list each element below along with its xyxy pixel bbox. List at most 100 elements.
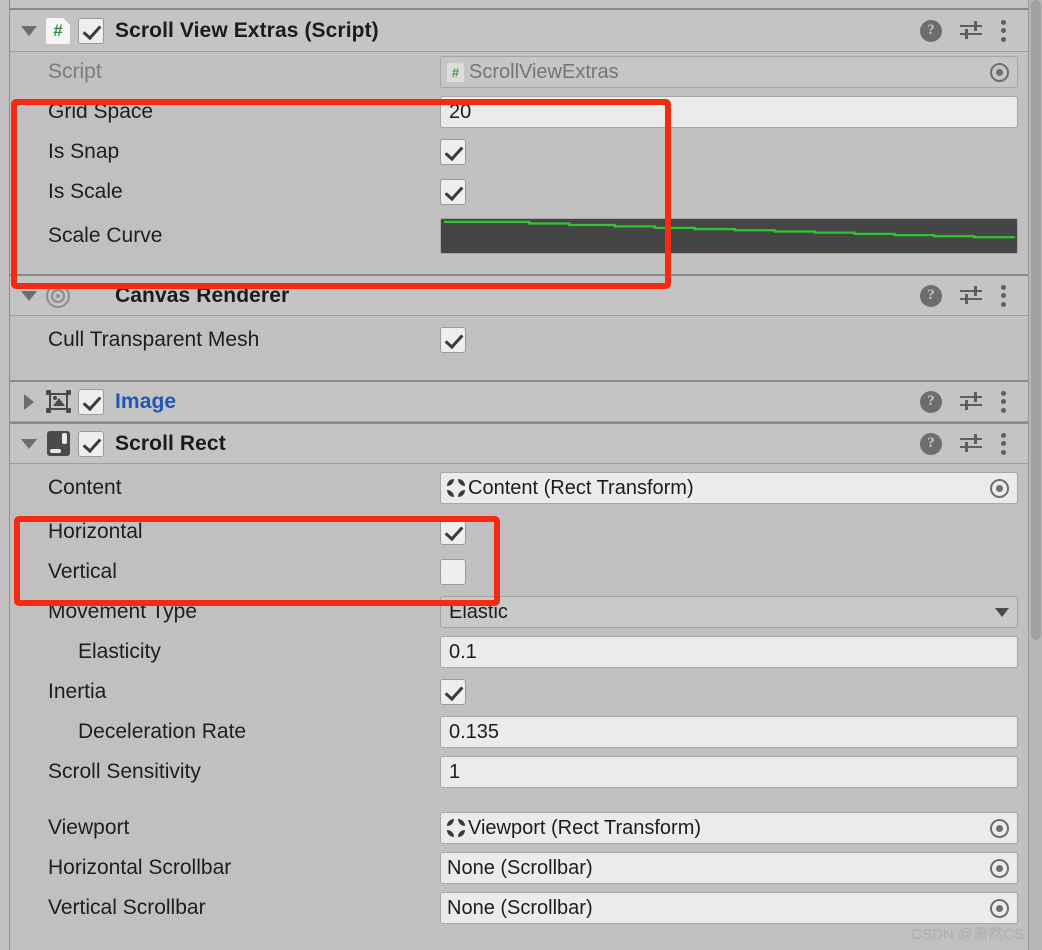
rect-transform-icon (447, 479, 465, 497)
component-header-scroll-view-extras[interactable]: # Scroll View Extras (Script) ? (10, 10, 1028, 52)
property-row-grid-space: Grid Space 20 (10, 92, 1028, 132)
scale-curve-field[interactable] (440, 218, 1018, 254)
watermark-text: CSDN @萧然CS (911, 923, 1024, 944)
preset-settings-icon[interactable] (960, 391, 982, 413)
is-snap-checkbox[interactable] (440, 139, 466, 165)
component-enable-checkbox-image[interactable] (78, 389, 104, 415)
property-row-scale-curve: Scale Curve (10, 212, 1028, 260)
chevron-right-icon (24, 394, 34, 410)
horizontal-scrollbar-value: None (Scrollbar) (447, 857, 990, 880)
kebab-menu-icon[interactable] (1000, 433, 1006, 455)
component-enable-checkbox-scroll-view-extras[interactable] (78, 18, 104, 44)
deceleration-rate-input[interactable]: 0.135 (440, 716, 1018, 748)
vertical-scrollbar-object-field[interactable]: None (Scrollbar) (440, 892, 1018, 924)
scroll-rect-icon (45, 431, 71, 457)
property-label-scale-curve: Scale Curve (48, 224, 440, 248)
property-label-elasticity: Elasticity (78, 640, 440, 664)
property-row-inertia: Inertia (10, 672, 1028, 712)
help-icon[interactable]: ? (920, 391, 942, 413)
property-row-script: Script # ScrollViewExtras (10, 52, 1028, 92)
property-label-is-scale: Is Scale (48, 180, 440, 204)
property-label-scroll-sensitivity: Scroll Sensitivity (48, 760, 440, 784)
help-icon[interactable]: ? (920, 285, 942, 307)
component-header-image[interactable]: Image ? (10, 380, 1028, 422)
chevron-down-icon (995, 608, 1009, 617)
cull-transparent-mesh-checkbox[interactable] (440, 327, 466, 353)
object-picker-icon[interactable] (990, 859, 1009, 878)
property-label-vertical: Vertical (48, 560, 440, 584)
component-header-canvas-renderer[interactable]: Canvas Renderer ? (10, 274, 1028, 316)
object-picker-icon[interactable] (990, 479, 1009, 498)
property-row-is-snap: Is Snap (10, 132, 1028, 172)
is-scale-checkbox[interactable] (440, 179, 466, 205)
object-picker-icon[interactable] (990, 899, 1009, 918)
vertical-scrollbar-thumb[interactable] (1031, 0, 1041, 640)
movement-type-dropdown[interactable]: Elastic (440, 596, 1018, 628)
canvas-renderer-rings-icon (45, 283, 71, 309)
property-row-movement-type: Movement Type Elastic (10, 592, 1028, 632)
inspector-window: # Scroll View Extras (Script) ? Script # (0, 0, 1042, 950)
component-title-image: Image (115, 390, 176, 414)
property-label-cull-transparent-mesh: Cull Transparent Mesh (48, 328, 440, 352)
component-title-scroll-view-extras: Scroll View Extras (Script) (115, 19, 379, 43)
foldout-toggle-scroll-view-extras[interactable] (18, 20, 40, 42)
property-label-script: Script (48, 60, 440, 84)
property-row-cull-transparent-mesh: Cull Transparent Mesh (10, 316, 1028, 364)
rect-transform-icon (447, 819, 465, 837)
elasticity-input[interactable]: 0.1 (440, 636, 1018, 668)
chevron-down-icon (21, 439, 37, 449)
help-icon[interactable]: ? (920, 20, 942, 42)
object-picker-icon[interactable] (990, 63, 1009, 82)
horizontal-scrollbar-object-field[interactable]: None (Scrollbar) (440, 852, 1018, 884)
property-row-elasticity: Elasticity 0.1 (10, 632, 1028, 672)
help-icon[interactable]: ? (920, 433, 942, 455)
property-label-is-snap: Is Snap (48, 140, 440, 164)
preset-settings-icon[interactable] (960, 285, 982, 307)
header-actions: ? (920, 20, 1028, 42)
preset-settings-icon[interactable] (960, 20, 982, 42)
left-gutter-line (9, 0, 10, 950)
content-object-field[interactable]: Content (Rect Transform) (440, 472, 1018, 504)
header-actions: ? (920, 391, 1028, 413)
viewport-object-field[interactable]: Viewport (Rect Transform) (440, 812, 1018, 844)
scroll-sensitivity-input[interactable]: 1 (440, 756, 1018, 788)
object-picker-icon[interactable] (990, 819, 1009, 838)
foldout-toggle-scroll-rect[interactable] (18, 433, 40, 455)
component-header-scroll-rect[interactable]: Scroll Rect ? (10, 422, 1028, 464)
property-row-scroll-sensitivity: Scroll Sensitivity 1 (10, 752, 1028, 792)
sprite-image-icon (45, 389, 71, 415)
chevron-down-icon (21, 291, 37, 301)
vertical-scrollbar-track[interactable] (1028, 0, 1042, 950)
object-field-script[interactable]: # ScrollViewExtras (440, 56, 1018, 88)
scale-curve-graph (441, 219, 1017, 253)
component-enable-checkbox-scroll-rect[interactable] (78, 431, 104, 457)
properties-scroll-view-extras: Script # ScrollViewExtras Grid Space 20 … (10, 52, 1028, 274)
property-label-vertical-scrollbar: Vertical Scrollbar (48, 896, 440, 920)
property-label-movement-type: Movement Type (48, 600, 440, 624)
preset-settings-icon[interactable] (960, 433, 982, 455)
content-object-value: Content (Rect Transform) (468, 477, 990, 500)
foldout-toggle-canvas-renderer[interactable] (18, 285, 40, 307)
property-row-is-scale: Is Scale (10, 172, 1028, 212)
property-row-horizontal: Horizontal (10, 512, 1028, 552)
kebab-menu-icon[interactable] (1000, 391, 1006, 413)
inspector-panel: # Scroll View Extras (Script) ? Script # (0, 0, 1028, 950)
script-hash-small-icon: # (447, 63, 464, 82)
movement-type-value: Elastic (449, 601, 995, 624)
vertical-checkbox[interactable] (440, 559, 466, 585)
panel-top-strip (10, 0, 1028, 10)
horizontal-checkbox[interactable] (440, 519, 466, 545)
component-title-scroll-rect: Scroll Rect (115, 432, 226, 456)
grid-space-input[interactable]: 20 (440, 96, 1018, 128)
inertia-checkbox[interactable] (440, 679, 466, 705)
foldout-toggle-image[interactable] (18, 391, 40, 413)
property-label-grid-space: Grid Space (48, 100, 440, 124)
property-label-horizontal: Horizontal (48, 520, 440, 544)
property-label-content: Content (48, 476, 440, 500)
property-row-content: Content Content (Rect Transform) (10, 464, 1028, 512)
kebab-menu-icon[interactable] (1000, 285, 1006, 307)
viewport-object-value: Viewport (Rect Transform) (468, 817, 990, 840)
properties-canvas-renderer: Cull Transparent Mesh (10, 316, 1028, 380)
property-label-deceleration-rate: Deceleration Rate (78, 720, 440, 744)
kebab-menu-icon[interactable] (1000, 20, 1006, 42)
